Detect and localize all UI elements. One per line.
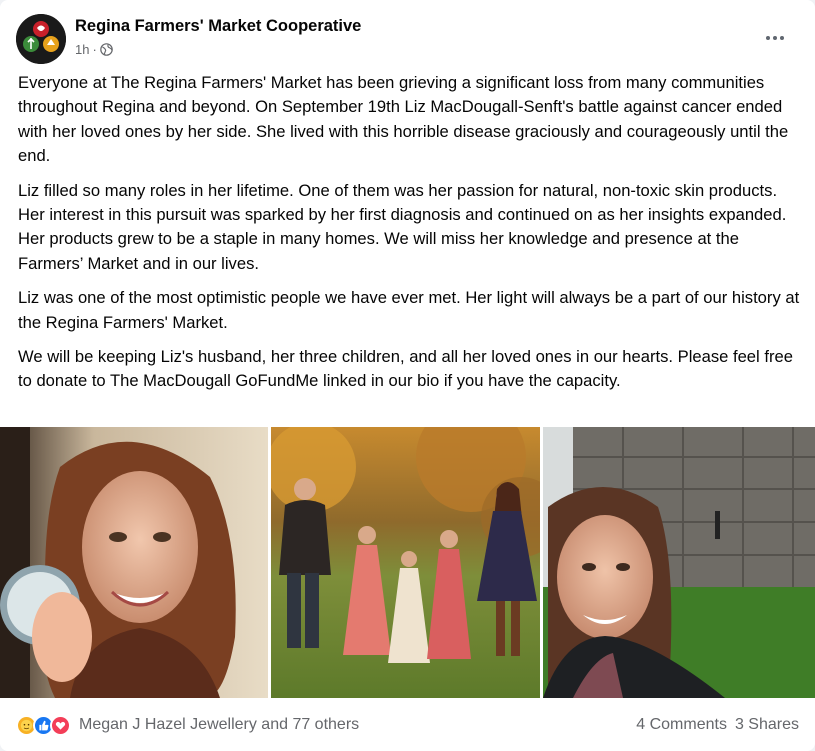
- engagement-counts: 4 Comments 3 Shares: [636, 716, 799, 734]
- heart: [55, 721, 66, 730]
- globe-icon[interactable]: [100, 43, 113, 56]
- reactions-text: Megan J Hazel Jewellery and 77 others: [79, 716, 360, 733]
- market-logo-icon: [16, 14, 66, 64]
- shares-count-link[interactable]: 3 Shares: [735, 716, 799, 734]
- post-paragraph: Liz was one of the most optimistic peopl…: [18, 288, 800, 332]
- page-avatar[interactable]: [16, 14, 66, 64]
- more-dot: [780, 36, 784, 40]
- love-icon: [50, 714, 71, 736]
- care-face: [20, 719, 33, 731]
- reaction-icons: [16, 714, 71, 736]
- photo-family-field[interactable]: [271, 427, 540, 698]
- photo-liz-selfie-castle[interactable]: [543, 427, 815, 698]
- more-options-button[interactable]: [759, 22, 791, 54]
- post-footer: Megan J Hazel Jewellery and 77 others 4 …: [16, 708, 799, 742]
- comments-count-link[interactable]: 4 Comments: [636, 716, 727, 734]
- photo-grid: [0, 427, 815, 698]
- post-time[interactable]: 1h: [75, 42, 89, 57]
- post-paragraph: We will be keeping Liz's husband, her th…: [18, 347, 793, 391]
- photo-image: [0, 427, 268, 698]
- photo-image: [543, 427, 815, 698]
- post-paragraph: Liz filled so many roles in her lifetime…: [18, 180, 787, 273]
- thumb-up: [39, 720, 49, 730]
- post-meta: 1h ·: [75, 42, 113, 57]
- post-header: Regina Farmers' Market Cooperative 1h ·: [16, 14, 799, 64]
- more-options-icon: [766, 36, 770, 40]
- reactions-summary[interactable]: Megan J Hazel Jewellery and 77 others: [16, 714, 360, 736]
- post-paragraph: Everyone at The Regina Farmers' Market h…: [18, 73, 789, 166]
- page-name-link[interactable]: Regina Farmers' Market Cooperative: [75, 17, 361, 36]
- meta-separator: ·: [92, 42, 97, 57]
- post-card: Regina Farmers' Market Cooperative 1h · …: [0, 0, 815, 751]
- more-dot: [773, 36, 777, 40]
- post-body: Everyone at The Regina Farmers' Market h…: [18, 71, 803, 404]
- photo-liz-with-tin[interactable]: [0, 427, 268, 698]
- photo-image: [271, 427, 540, 698]
